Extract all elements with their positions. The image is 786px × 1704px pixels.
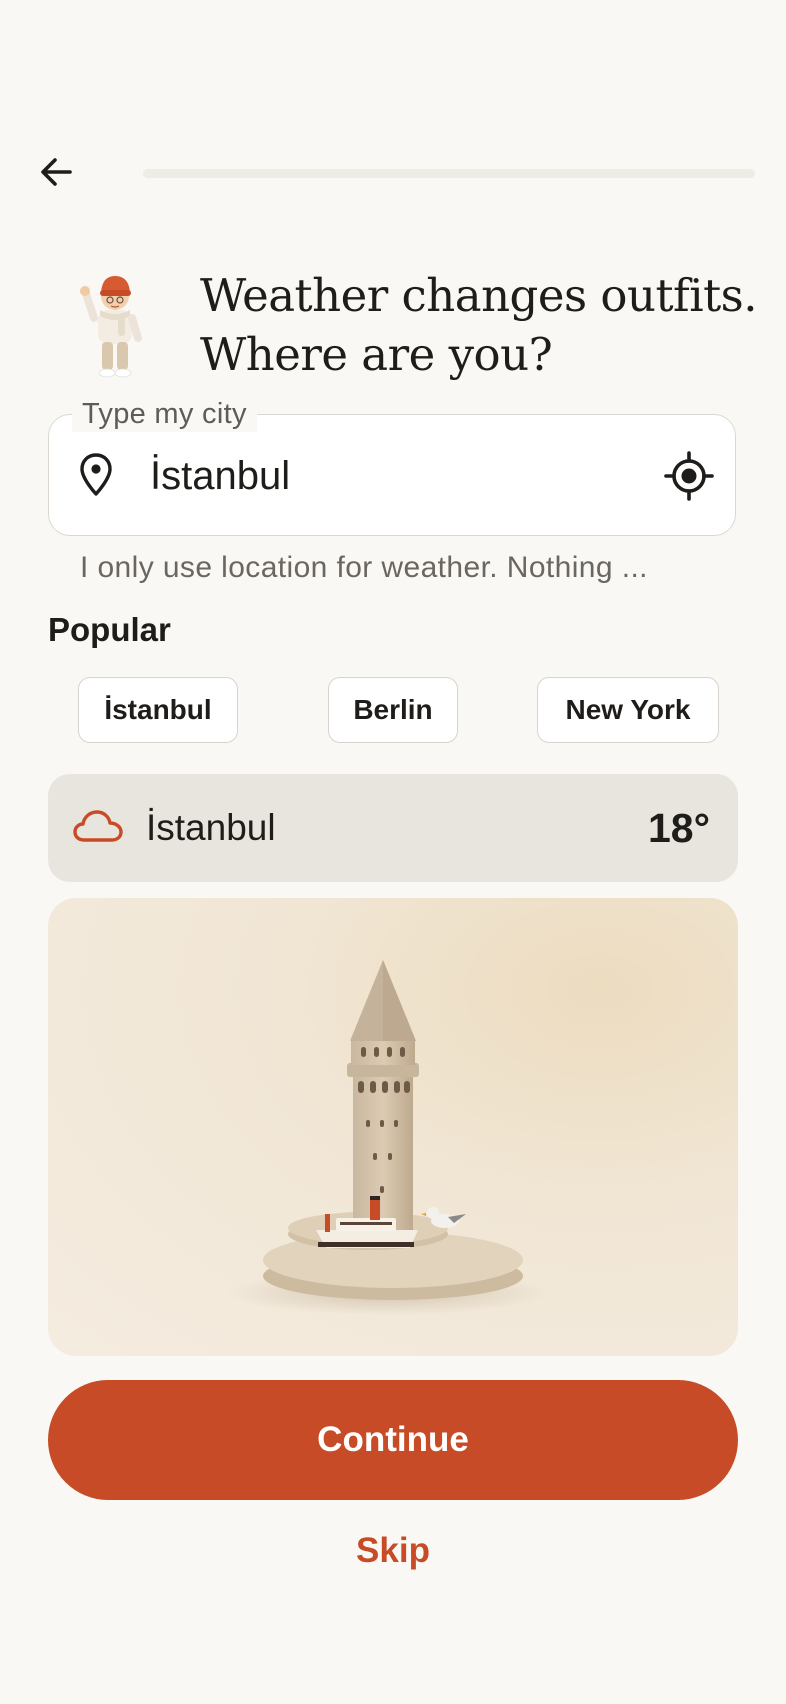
skip-button[interactable]: Skip [293,1526,493,1576]
city-chip-istanbul[interactable]: İstanbul [78,677,238,743]
galata-tower-illustration [228,960,548,1315]
cloud-icon [73,810,123,842]
mascot-illustration [80,276,142,378]
page-title-line-2: Where are you? [200,328,553,381]
weather-city: İstanbul [146,807,276,848]
city-chip-berlin[interactable]: Berlin [328,677,458,743]
helper-text: I only use location for weather. Nothing… [80,551,648,584]
popular-section-title: Popular [48,611,171,648]
city-field-label: Type my city [72,396,257,432]
city-input[interactable] [150,448,650,504]
location-pin-icon [80,453,112,496]
city-chip-new-york[interactable]: New York [537,677,719,743]
arrow-left-icon [41,158,72,186]
page-title-line-1: Weather changes outfits. [200,269,758,322]
weather-temperature: 18° [647,805,710,851]
my-location-icon[interactable] [664,451,714,501]
page-title: Weather changes outfits. Where are you? [200,266,760,384]
back-button[interactable] [30,146,82,198]
city-illustration [48,898,738,1356]
continue-button[interactable]: Continue [48,1380,738,1500]
progress-bar [143,169,755,178]
